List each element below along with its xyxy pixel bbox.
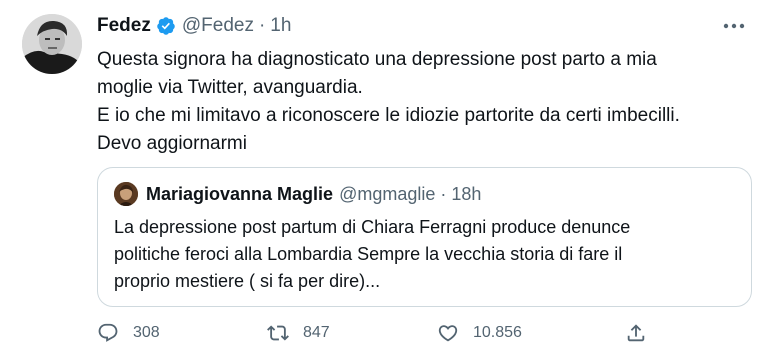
- author-avatar[interactable]: [22, 14, 82, 74]
- share-icon: [627, 324, 645, 342]
- like-button[interactable]: 10.856: [437, 322, 522, 344]
- verified-badge-icon: [156, 16, 176, 36]
- share-button[interactable]: [625, 322, 661, 344]
- quoted-timestamp: 18h: [451, 183, 482, 204]
- author-name[interactable]: Fedez: [97, 15, 151, 37]
- tweet-text-line: E io che mi limitavo a riconoscere le id…: [97, 105, 680, 126]
- reply-icon: [98, 323, 118, 342]
- like-count: 10.856: [473, 324, 522, 341]
- quoted-separator-dot: ·: [440, 183, 447, 204]
- quoted-tweet[interactable]: Mariagiovanna Maglie @mgmaglie · 18h La …: [97, 167, 752, 307]
- tweet-text-line: Devo aggiornarmi: [97, 133, 247, 154]
- retweet-button[interactable]: 847: [267, 322, 330, 344]
- quoted-author-name: Mariagiovanna Maglie: [146, 183, 334, 204]
- quoted-text-line: proprio mestiere ( si fa per dire)...: [114, 271, 381, 291]
- like-icon: [438, 325, 458, 342]
- quoted-text-line: politiche feroci alla Lombardia Sempre l…: [114, 244, 623, 264]
- author-handle[interactable]: @Fedez: [182, 15, 254, 37]
- quoted-text-line: La depressione post partum di Chiara Fer…: [114, 217, 631, 237]
- retweet-count: 847: [303, 324, 330, 341]
- retweet-icon: [267, 325, 289, 341]
- quoted-author-avatar: [114, 182, 138, 206]
- tweet-text: Questa signora ha diagnosticato una depr…: [97, 46, 757, 158]
- separator-dot: ·: [258, 15, 266, 36]
- more-icon[interactable]: [721, 18, 747, 34]
- tweet-text-line: Questa signora ha diagnosticato una depr…: [97, 49, 657, 70]
- action-bar: 308 847 10.856: [97, 322, 657, 350]
- tweet-text-line: moglie via Twitter, avanguardia.: [97, 77, 363, 98]
- reply-button[interactable]: 308: [97, 322, 160, 344]
- tweet-header: Fedez @Fedez · 1h: [97, 12, 291, 40]
- quoted-author-handle: @mgmaglie: [339, 183, 436, 204]
- quoted-tweet-text: La depressione post partum di Chiara Fer…: [114, 214, 630, 295]
- tweet-timestamp[interactable]: 1h: [270, 15, 291, 37]
- quoted-tweet-header: Mariagiovanna Maglie @mgmaglie · 18h: [114, 182, 481, 206]
- tweet: Fedez @Fedez · 1h Questa signora ha diag…: [0, 0, 767, 364]
- reply-count: 308: [133, 324, 160, 341]
